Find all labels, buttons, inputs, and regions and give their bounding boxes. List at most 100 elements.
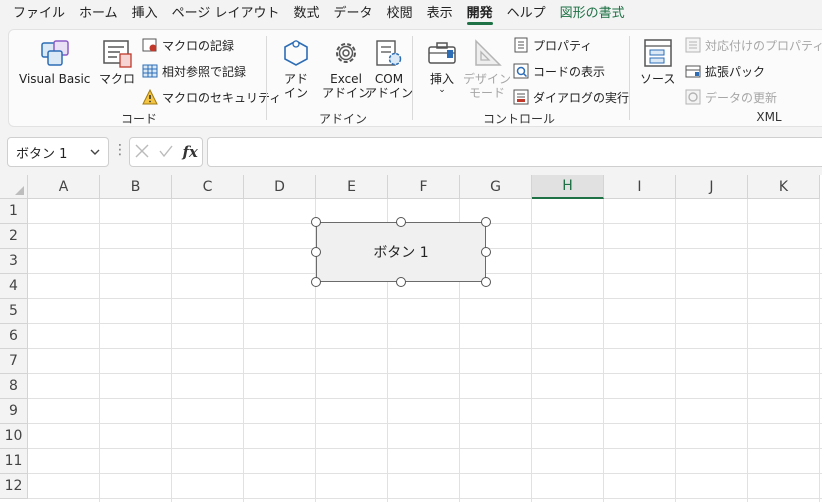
grid-line-vertical — [99, 199, 100, 502]
tab-page-layout[interactable]: ページ レイアウト — [165, 0, 287, 28]
row-header-12[interactable]: 12 — [0, 474, 28, 499]
row-header-10[interactable]: 10 — [0, 424, 28, 449]
row-header-7[interactable]: 7 — [0, 349, 28, 374]
addins-group-label: アドイン — [319, 112, 368, 126]
column-header-c[interactable]: C — [172, 175, 244, 199]
column-header-h[interactable]: H — [532, 175, 604, 199]
row-header-9[interactable]: 9 — [0, 399, 28, 424]
column-header-d[interactable]: D — [244, 175, 316, 199]
column-header-j[interactable]: J — [676, 175, 748, 199]
resize-handle[interactable] — [311, 217, 321, 227]
view-code-icon — [513, 63, 529, 79]
grid-line-vertical — [243, 199, 244, 502]
xml-group-label: XML — [756, 110, 782, 124]
chevron-down-icon[interactable] — [89, 146, 101, 162]
grid-line-vertical — [531, 199, 532, 502]
excel-addins-button[interactable]: Excel アドイン — [322, 36, 370, 100]
column-header-k[interactable]: K — [748, 175, 820, 199]
run-dialog-button[interactable]: ダイアログの実行 — [513, 87, 629, 107]
more-options-icon[interactable]: ⋮ — [113, 143, 127, 157]
column-header-b[interactable]: B — [100, 175, 172, 199]
tab-insert[interactable]: 挿入 — [125, 0, 165, 28]
form-button[interactable]: ボタン 1 — [316, 222, 486, 282]
refresh-data-icon — [685, 89, 701, 105]
row-header-6[interactable]: 6 — [0, 324, 28, 349]
view-code-label: コードの表示 — [533, 64, 606, 79]
code-group-label: コード — [120, 112, 157, 126]
tab-help[interactable]: ヘルプ — [500, 0, 553, 28]
tab-formulas[interactable]: 数式 — [287, 0, 327, 28]
column-header-a[interactable]: A — [28, 175, 100, 199]
addins-label-2: イン — [283, 86, 308, 100]
tab-view[interactable]: 表示 — [420, 0, 460, 28]
tab-shape-format[interactable]: 図形の書式 — [553, 0, 632, 28]
macro-icon — [100, 36, 134, 70]
tab-home[interactable]: ホーム — [72, 0, 125, 28]
cancel-icon[interactable] — [134, 143, 150, 162]
com-addins-button[interactable]: COM アドイン — [365, 36, 413, 100]
insert-control-label: 挿入 — [429, 72, 454, 86]
resize-handle[interactable] — [311, 247, 321, 257]
resize-handle[interactable] — [396, 217, 406, 227]
grid-line-horizontal — [28, 448, 822, 449]
addin-hexagon-icon — [279, 36, 313, 70]
group-divider — [629, 36, 630, 120]
record-macro-label: マクロの記録 — [162, 38, 235, 53]
tab-developer[interactable]: 開発 — [460, 0, 500, 28]
map-properties-icon — [685, 37, 701, 53]
row-header-1[interactable]: 1 — [0, 199, 28, 224]
design-mode-button[interactable]: デザイン モード — [463, 36, 511, 100]
insert-function-icon[interactable]: fx — [182, 143, 197, 161]
column-header-g[interactable]: G — [460, 175, 532, 199]
resize-handle[interactable] — [481, 277, 491, 287]
resize-handle[interactable] — [311, 277, 321, 287]
com-addins-icon — [372, 36, 406, 70]
run-dialog-icon — [513, 89, 529, 105]
com-addins-label-2: アドイン — [365, 86, 414, 100]
grid-line-vertical — [603, 199, 604, 502]
properties-label: プロパティ — [533, 38, 593, 53]
map-properties-button[interactable]: 対応付けのプロパティ — [685, 35, 822, 55]
addins-label-1: アド — [283, 72, 308, 86]
tab-review[interactable]: 校閲 — [380, 0, 420, 28]
xml-source-button[interactable]: ソース — [640, 36, 675, 86]
record-macro-button[interactable]: マクロの記録 — [142, 35, 234, 55]
name-box[interactable]: ボタン 1 — [7, 137, 109, 167]
select-all-corner[interactable] — [0, 175, 28, 199]
row-header-11[interactable]: 11 — [0, 449, 28, 474]
expansion-packs-button[interactable]: 拡張パック — [685, 61, 765, 81]
addins-button[interactable]: アド イン — [279, 36, 313, 100]
formula-input[interactable] — [207, 137, 822, 167]
macro-label: マクロ — [99, 72, 136, 86]
insert-control-button[interactable]: 挿入 ⌄ — [425, 36, 459, 95]
relative-reference-button[interactable]: 相対参照で記録 — [142, 61, 246, 81]
tab-file[interactable]: ファイル — [6, 0, 72, 28]
gear-icon — [329, 36, 363, 70]
properties-button[interactable]: プロパティ — [513, 35, 592, 55]
column-header-i[interactable]: I — [604, 175, 676, 199]
view-code-button[interactable]: コードの表示 — [513, 61, 605, 81]
form-button-label: ボタン 1 — [373, 245, 429, 261]
row-header-4[interactable]: 4 — [0, 274, 28, 299]
run-dialog-label: ダイアログの実行 — [533, 90, 630, 105]
excel-addins-label-2: アドイン — [322, 86, 371, 100]
column-header-f[interactable]: F — [388, 175, 460, 199]
visual-basic-button[interactable]: Visual Basic — [19, 36, 90, 86]
resize-handle[interactable] — [396, 277, 406, 287]
tab-data[interactable]: データ — [327, 0, 380, 28]
macro-button[interactable]: マクロ — [99, 36, 135, 86]
macro-security-button[interactable]: マクロのセキュリティ — [142, 87, 281, 107]
excel-window: ファイル ホーム 挿入 ページ レイアウト 数式 データ 校閲 表示 開発 ヘル… — [0, 0, 822, 502]
row-header-5[interactable]: 5 — [0, 299, 28, 324]
row-header-2[interactable]: 2 — [0, 224, 28, 249]
resize-handle[interactable] — [481, 217, 491, 227]
refresh-data-button[interactable]: データの更新 — [685, 87, 777, 107]
enter-check-icon[interactable] — [158, 143, 174, 162]
column-header-e[interactable]: E — [316, 175, 388, 199]
grid-line-horizontal — [28, 398, 822, 399]
row-header-3[interactable]: 3 — [0, 249, 28, 274]
resize-handle[interactable] — [481, 247, 491, 257]
ribbon-panel: Visual Basic マクロ マクロの記録 相対参照で記録 マクロのセキュリ… — [8, 29, 822, 127]
name-box-value: ボタン 1 — [16, 146, 68, 162]
row-header-8[interactable]: 8 — [0, 374, 28, 399]
